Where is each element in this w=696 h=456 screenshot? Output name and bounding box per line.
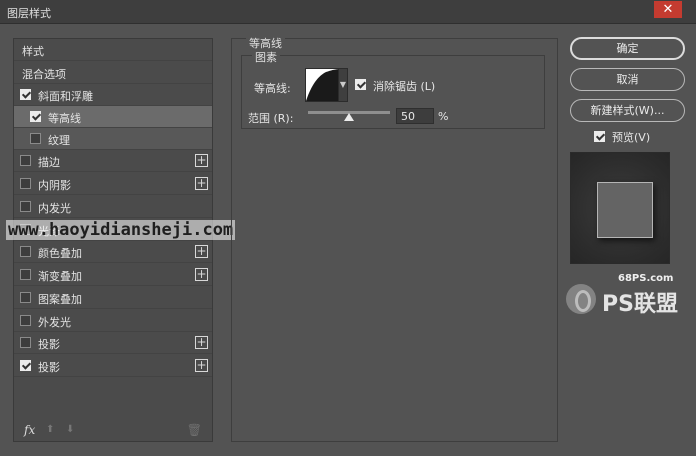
sidebar-item-stroke[interactable]: 描边 + (14, 150, 212, 172)
close-icon: ✕ (662, 2, 674, 17)
sidebar-item-texture[interactable]: 纹理 (14, 128, 212, 150)
sidebar-item-label: 等高线 (48, 112, 81, 125)
new-style-button[interactable]: 新建样式(W)... (570, 99, 685, 122)
ok-button[interactable]: 确定 (570, 37, 685, 60)
outer-glow-checkbox[interactable] (20, 315, 31, 326)
add-drop-shadow-button[interactable]: + (195, 336, 208, 349)
add-stroke-button[interactable]: + (195, 154, 208, 167)
add-drop-shadow-2-button[interactable]: + (195, 359, 208, 372)
sidebar-item-inner-shadow[interactable]: 内阴影 + (14, 173, 212, 195)
sidebar-item-drop-shadow-2[interactable]: 投影 + (14, 355, 212, 377)
antialias-checkbox[interactable] (355, 79, 366, 90)
gradient-overlay-checkbox[interactable] (20, 269, 31, 280)
sidebar-item-label: 颜色叠加 (38, 247, 82, 260)
texture-checkbox[interactable] (30, 133, 41, 144)
logo-brand-text: PS联盟 (602, 292, 678, 317)
sidebar-item-gradient-overlay[interactable]: 渐变叠加 + (14, 264, 212, 286)
range-unit: % (438, 110, 449, 123)
sidebar-item-label: 纹理 (48, 134, 70, 147)
drop-shadow-2-checkbox[interactable] (20, 360, 31, 371)
inner-shadow-checkbox[interactable] (20, 178, 31, 189)
sidebar-item-label: 外发光 (38, 316, 71, 329)
contour-curve-icon (306, 69, 338, 101)
ps-union-logo: 68PS.com PS联盟 (560, 272, 690, 332)
color-overlay-checkbox[interactable] (20, 246, 31, 257)
stroke-checkbox[interactable] (20, 155, 31, 166)
preview-swatch (597, 182, 653, 238)
sidebar-item-label: 投影 (38, 361, 60, 374)
contour-label: 等高线: (254, 82, 291, 95)
style-list-header: 样式 (14, 39, 212, 61)
sidebar-item-inner-glow[interactable]: 内发光 (14, 196, 212, 218)
preview-checkbox[interactable] (594, 131, 605, 142)
sidebar-item-label: 混合选项 (22, 68, 66, 81)
contour-checkbox[interactable] (30, 111, 41, 122)
add-color-overlay-button[interactable]: + (195, 245, 208, 258)
antialias-label: 消除锯齿 (L) (373, 80, 436, 93)
sidebar-item-label: 渐变叠加 (38, 270, 82, 283)
range-input[interactable]: 50 (396, 108, 434, 124)
move-up-icon[interactable]: ⬆ (46, 424, 54, 435)
fx-icon[interactable]: fx (24, 423, 35, 437)
sidebar-item-label: 内发光 (38, 202, 71, 215)
style-list-panel: 样式 混合选项 斜面和浮雕 等高线 纹理 描边 + 内阴影 + 内发光 光泽 颜… (13, 38, 213, 442)
title-bar: 图层样式 ✕ (0, 0, 696, 24)
range-label: 范围 (R): (248, 112, 294, 125)
pattern-overlay-checkbox[interactable] (20, 292, 31, 303)
preview-label: 预览(V) (612, 131, 651, 144)
inner-glow-checkbox[interactable] (20, 201, 31, 212)
sidebar-item-label: 斜面和浮雕 (38, 90, 93, 103)
elements-group: 图素 等高线: ▼ 消除锯齿 (L) 范围 (R): 50 % (241, 49, 545, 129)
sidebar-item-bevel-emboss[interactable]: 斜面和浮雕 (14, 84, 212, 106)
sidebar-item-blending-options[interactable]: 混合选项 (14, 62, 212, 84)
contour-curve-preview[interactable] (305, 68, 339, 102)
sidebar-item-label: 内阴影 (38, 179, 71, 192)
add-gradient-overlay-button[interactable]: + (195, 268, 208, 281)
sidebar-item-outer-glow[interactable]: 外发光 (14, 310, 212, 332)
bevel-emboss-checkbox[interactable] (20, 89, 31, 100)
sidebar-item-label: 投影 (38, 338, 60, 351)
elements-group-title: 图素 (252, 49, 280, 65)
trash-icon[interactable]: 🗑 (187, 423, 202, 437)
sidebar-item-label: 描边 (38, 156, 60, 169)
close-button[interactable]: ✕ (654, 1, 682, 18)
window-title: 图层样式 (7, 7, 51, 20)
move-down-icon[interactable]: ⬇ (66, 424, 74, 435)
range-slider-handle[interactable] (344, 113, 354, 121)
drop-shadow-checkbox[interactable] (20, 337, 31, 348)
sidebar-item-drop-shadow[interactable]: 投影 + (14, 332, 212, 354)
style-preview (570, 152, 670, 264)
contour-settings-panel: 等高线 图素 等高线: ▼ 消除锯齿 (L) 范围 (R): 50 % (231, 35, 558, 442)
logo-site-text: 68PS.com (618, 273, 674, 284)
cancel-button[interactable]: 取消 (570, 68, 685, 91)
sidebar-item-pattern-overlay[interactable]: 图案叠加 (14, 287, 212, 309)
sidebar-item-color-overlay[interactable]: 颜色叠加 + (14, 241, 212, 263)
styles-heading: 样式 (22, 45, 44, 58)
contour-dropdown[interactable]: ▼ (338, 68, 348, 102)
add-inner-shadow-button[interactable]: + (195, 177, 208, 190)
sidebar-item-contour[interactable]: 等高线 (14, 106, 212, 128)
logo-mark-icon (566, 284, 596, 314)
watermark-text: www.haoyidiansheji.com (6, 220, 236, 240)
chevron-down-icon: ▼ (339, 80, 347, 89)
sidebar-item-label: 图案叠加 (38, 293, 82, 306)
style-list-toolbar: fx ⬆ ⬇ 🗑 (20, 423, 206, 439)
